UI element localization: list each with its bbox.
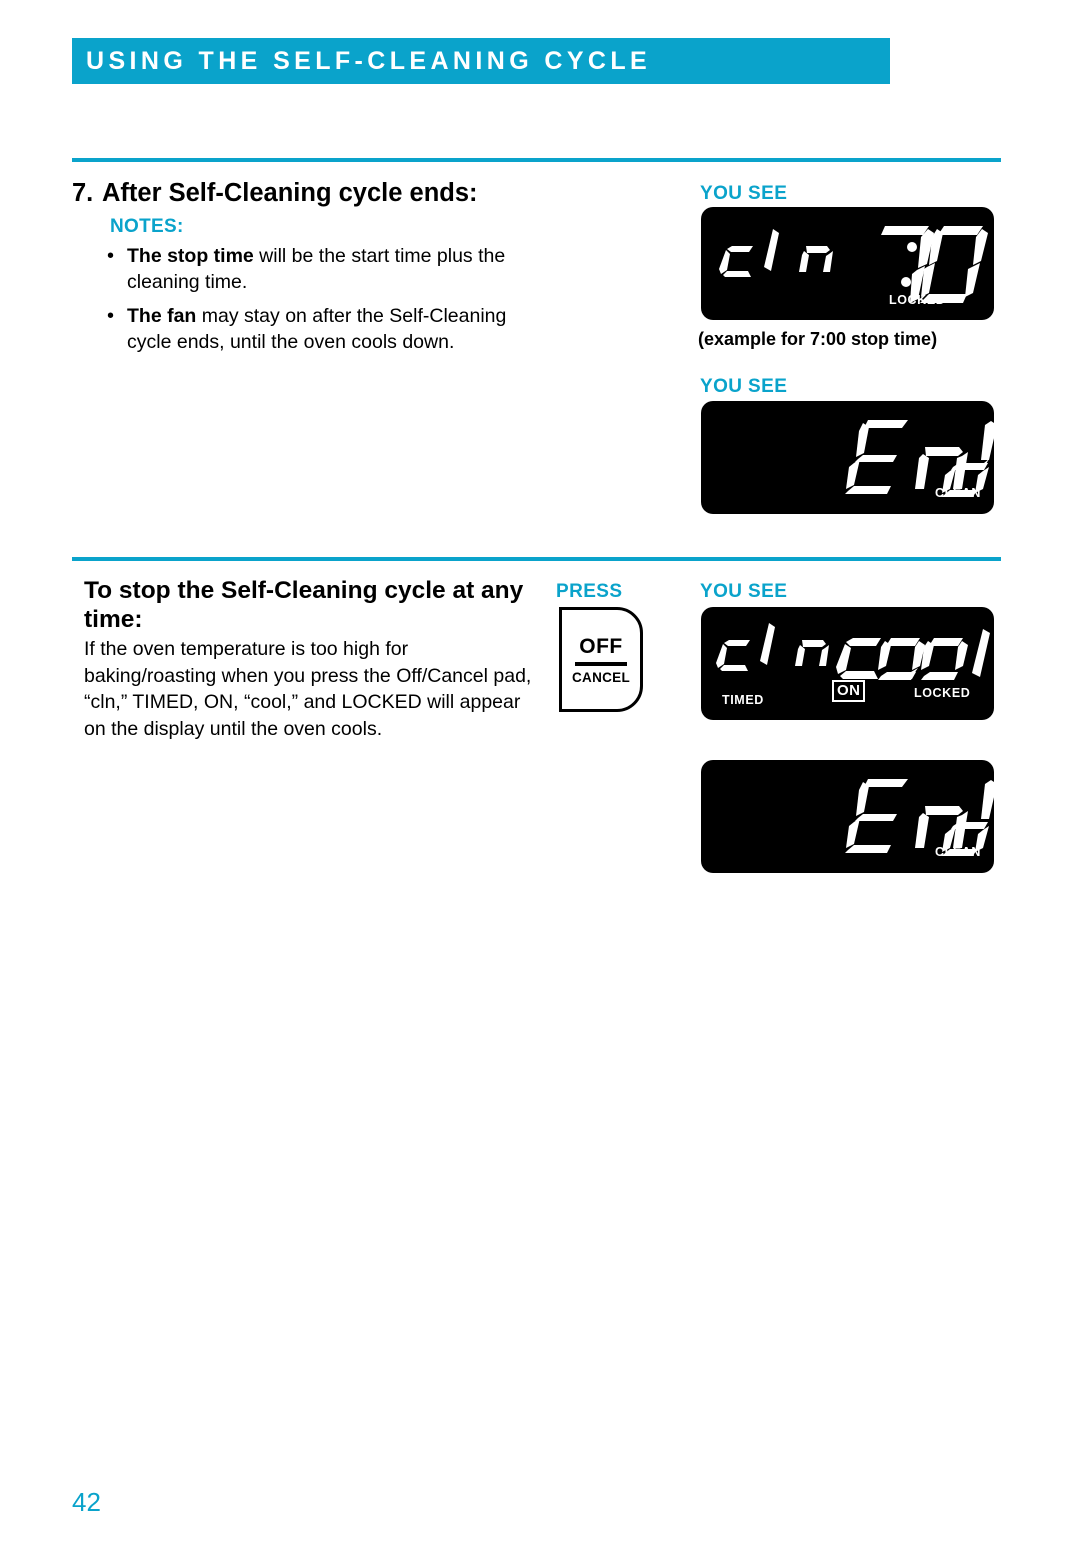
divider-middle (72, 557, 1001, 561)
display-cln-700: LOCKED (701, 207, 994, 320)
seven-segment-graphic (719, 226, 988, 303)
annunciator-timed: TIMED (722, 693, 764, 707)
annunciator-clean: CLEAN (935, 486, 982, 500)
display-end-clean-bottom: CLEAN (701, 760, 994, 873)
step-number: 7. (72, 179, 94, 207)
manual-page: USING THE SELF-CLEANING CYCLE 7. After Se… (0, 0, 1080, 1560)
you-see-label-2: YOU SEE (700, 376, 788, 397)
pad-divider (575, 661, 627, 666)
section-two-body: If the oven temperature is too high for … (84, 638, 532, 740)
notes-bullet-list: The stop time will be the start time plu… (105, 243, 525, 365)
you-see-label-1: YOU SEE (700, 183, 788, 204)
section-two-heading: To stop the Self-Cleaning cycle at any t… (84, 577, 524, 634)
example-caption: (example for 7:00 stop time) (698, 329, 938, 349)
annunciator-locked: LOCKED (889, 293, 946, 307)
press-label: PRESS (556, 581, 623, 602)
you-see-label-3: YOU SEE (700, 581, 788, 602)
display-cln-cool: TIMED ON LOCKED (701, 607, 994, 720)
notes-label: NOTES: (110, 216, 184, 237)
display-end-clean-top: CLEAN (701, 401, 994, 514)
off-cancel-pad[interactable]: OFF CANCEL (559, 607, 643, 712)
bullet-bold-lead: The stop time (127, 245, 254, 267)
annunciator-locked: LOCKED (914, 686, 971, 700)
section-one-heading-text: After Self-Cleaning cycle ends: (102, 179, 478, 207)
page-title: USING THE SELF-CLEANING CYCLE (86, 46, 652, 75)
list-item: The fan may stay on after the Self-Clean… (105, 303, 525, 355)
divider-top (72, 158, 1001, 162)
page-number: 42 (72, 1487, 101, 1517)
list-item: The stop time will be the start time plu… (105, 243, 525, 295)
annunciator-on: ON (832, 680, 866, 702)
pad-off-label: OFF (579, 634, 623, 658)
annunciator-clean: CLEAN (935, 845, 982, 859)
page-header-bar: USING THE SELF-CLEANING CYCLE (72, 38, 890, 84)
pad-cancel-label: CANCEL (571, 669, 631, 685)
section-one-heading: 7. After Self-Cleaning cycle ends: (72, 178, 542, 208)
bullet-bold-lead: The fan (127, 305, 197, 328)
